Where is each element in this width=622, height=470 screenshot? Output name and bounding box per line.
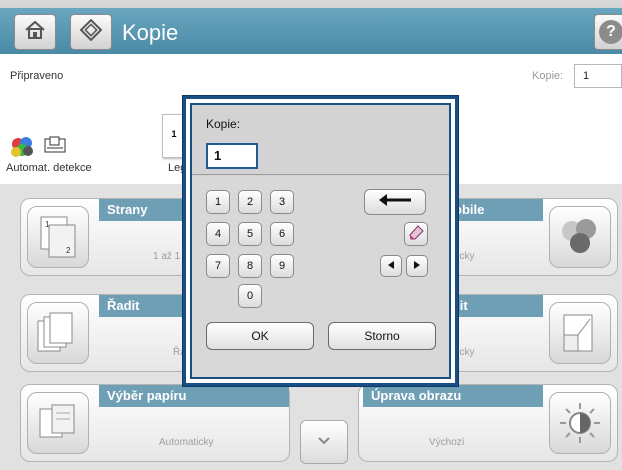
key-2[interactable]: 2 <box>238 190 262 214</box>
reduce-enlarge-icon <box>549 302 611 364</box>
home-button[interactable] <box>14 14 56 50</box>
clear-button[interactable] <box>404 222 428 246</box>
paper-title: Výběr papíru <box>99 385 289 407</box>
copies-dialog: Kopie: 1 1 2 3 4 5 6 7 8 9 0 OK Storno <box>183 96 458 386</box>
cursor-left-button[interactable] <box>380 255 402 277</box>
paper-panel[interactable]: Výběr papíru Automaticky <box>20 384 290 462</box>
sides-icon: 1 2 <box>27 206 89 268</box>
color-mode-icon <box>549 206 611 268</box>
scan-detect-icon <box>44 136 68 154</box>
ok-button[interactable]: OK <box>206 322 314 350</box>
page-title: Kopie <box>122 20 179 45</box>
sides-value: 1 až 1 <box>153 251 181 262</box>
collate-icon <box>27 302 89 364</box>
home-icon <box>24 20 46 45</box>
key-0[interactable]: 0 <box>238 284 262 308</box>
key-7[interactable]: 7 <box>206 254 230 278</box>
copy-app-icon <box>79 18 103 46</box>
color-palette-icon[interactable] <box>10 136 36 158</box>
copies-input[interactable]: 1 <box>206 143 258 169</box>
copies-field[interactable]: 1 <box>574 64 622 88</box>
image-adjust-panel[interactable]: Úprava obrazu Výchozí <box>358 384 618 462</box>
auto-detect-label: Automat. detekce <box>6 162 92 174</box>
copies-dialog-body: Kopie: 1 1 2 3 4 5 6 7 8 9 0 OK Storno <box>190 103 451 379</box>
key-5[interactable]: 5 <box>238 222 262 246</box>
backspace-button[interactable] <box>364 189 426 215</box>
copy-app-button[interactable] <box>70 14 112 50</box>
dialog-header: Kopie: 1 <box>192 105 449 175</box>
key-8[interactable]: 8 <box>238 254 262 278</box>
image-adjust-icon <box>549 392 611 454</box>
arrow-left-icon <box>386 257 396 275</box>
chevron-down-icon <box>317 433 331 451</box>
help-icon: ? <box>599 20 622 44</box>
backspace-arrow-icon <box>377 193 413 212</box>
svg-text:2: 2 <box>66 246 71 255</box>
numeric-keypad: 1 2 3 4 5 6 7 8 9 0 OK Storno <box>192 176 449 377</box>
copies-label: Kopie: <box>532 70 564 82</box>
key-1[interactable]: 1 <box>206 190 230 214</box>
key-4[interactable]: 4 <box>206 222 230 246</box>
svg-text:1: 1 <box>45 220 50 229</box>
cursor-right-button[interactable] <box>406 255 428 277</box>
eraser-icon <box>407 223 425 246</box>
image-adjust-title: Úprava obrazu <box>363 385 543 407</box>
scroll-down-button[interactable] <box>300 420 348 464</box>
key-3[interactable]: 3 <box>270 190 294 214</box>
key-6[interactable]: 6 <box>270 222 294 246</box>
arrow-right-icon <box>412 257 422 275</box>
paper-value: Automaticky <box>159 437 214 448</box>
dialog-label: Kopie: <box>206 117 241 131</box>
help-button[interactable]: ? <box>594 14 622 50</box>
status-text: Připraveno <box>10 70 64 82</box>
title-bar: Kopie ? <box>0 0 622 54</box>
cancel-button[interactable]: Storno <box>328 322 436 350</box>
paper-select-icon <box>27 392 89 454</box>
key-9[interactable]: 9 <box>270 254 294 278</box>
image-adjust-value: Výchozí <box>429 437 465 448</box>
